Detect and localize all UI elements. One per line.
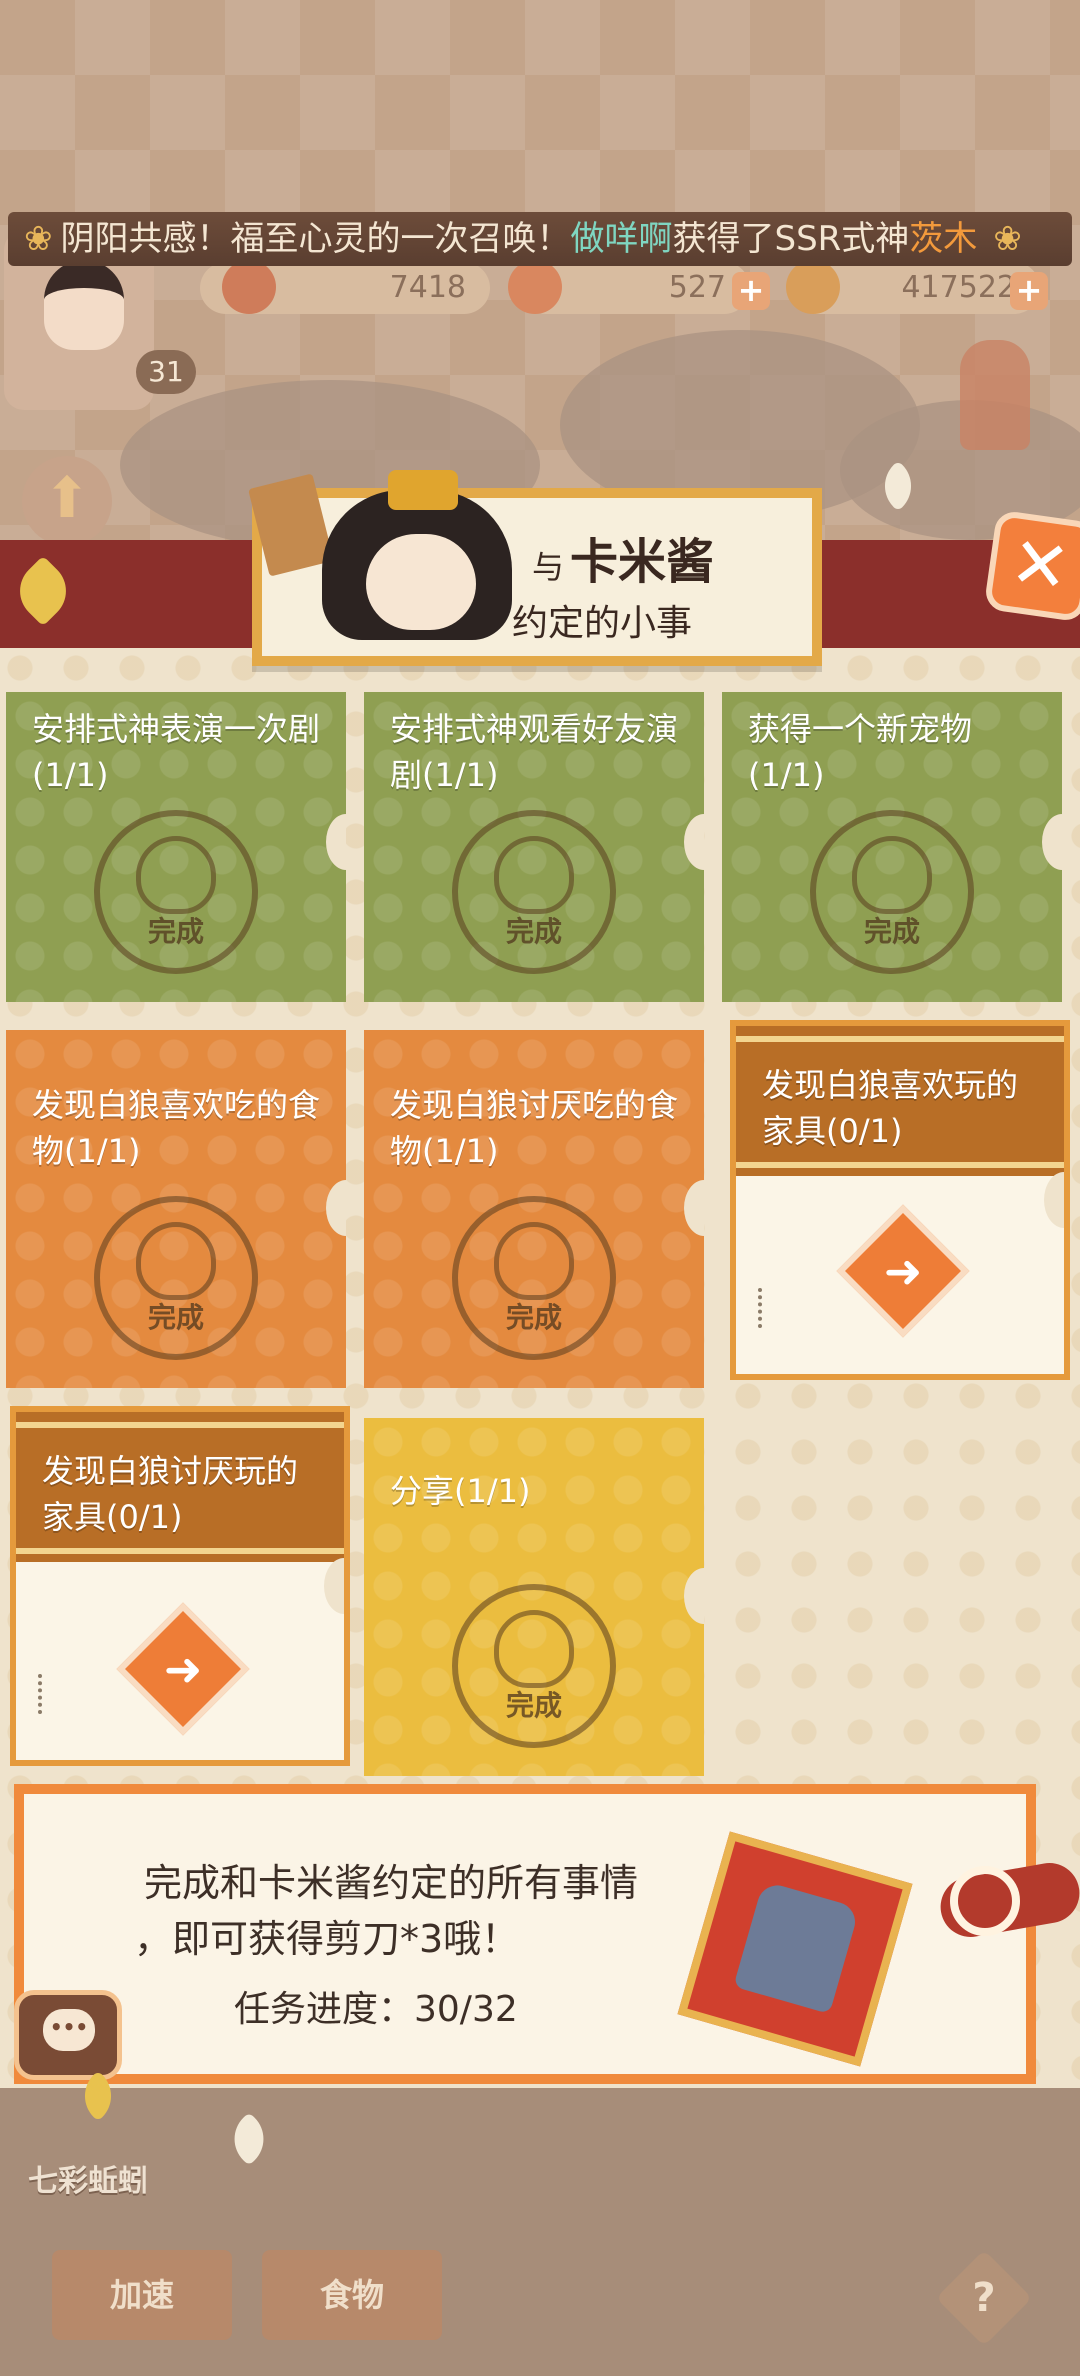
task-title: 发现白狼喜欢玩的家具(0/1) (762, 1066, 1019, 1150)
task-card-6: 发现白狼喜欢玩的家具(0/1) ➜ (730, 1020, 1070, 1380)
completed-stamp: 完成 (94, 1196, 258, 1360)
kami-chan-portrait (322, 470, 512, 640)
reward-text-line2: ，即可获得剪刀*3哦！ (134, 1917, 520, 1961)
squiggle-decoration (758, 1288, 786, 1328)
flower-icon: ❀ (24, 219, 53, 259)
reward-text-line1: 完成和卡米酱约定的所有事情 (144, 1861, 639, 1905)
mascot-crown (388, 470, 458, 510)
squiggle-decoration (38, 1674, 66, 1714)
go-to-task-button[interactable]: ➜ (836, 1204, 970, 1338)
task-progress: 任务进度：30/32 (234, 1989, 518, 2030)
task-title: 分享(1/1) (390, 1472, 531, 1510)
player-level-badge: 31 (136, 350, 196, 394)
task-card-4: 发现白狼喜欢吃的食物(1/1) 完成 (6, 1030, 346, 1388)
task-title: 获得一个新宠物(1/1) (748, 710, 973, 794)
coin-value: 417522 (901, 270, 1016, 305)
completed-stamp: 完成 (452, 810, 616, 974)
stamp-face-icon (136, 836, 216, 914)
task-card-5: 发现白狼讨厌吃的食物(1/1) 完成 (364, 1030, 704, 1388)
go-to-task-button[interactable]: ➜ (116, 1602, 250, 1736)
task-title: 发现白狼喜欢吃的食物(1/1) (32, 1086, 321, 1170)
stamp-face-icon (136, 1222, 216, 1300)
help-icon: ? (972, 2275, 996, 2321)
header-stripe (736, 1036, 1064, 1042)
stamp-face-icon (494, 1610, 574, 1688)
announcement-marquee: ❀ 阴阳共感！福至心灵的一次召唤！做咩啊获得了SSR式神茨木 ❀ (8, 212, 1072, 266)
arrow-right-icon: ➜ (883, 1244, 923, 1298)
add-resource-2-button[interactable]: + (732, 272, 770, 310)
title-prefix: 与 (532, 548, 565, 586)
task-card-1: 安排式神表演一次剧(1/1) 完成 (6, 692, 346, 1002)
task-card-2: 安排式神观看好友演剧(1/1) 完成 (364, 692, 704, 1002)
help-button[interactable]: ? (935, 2249, 1033, 2347)
announcement-middle: 获得了SSR式神 (672, 219, 910, 259)
ticket-notch (1042, 814, 1062, 870)
stamp-label: 完成 (505, 1689, 562, 1722)
task-title: 发现白狼讨厌吃的食物(1/1) (390, 1086, 679, 1170)
resource-1-value: 7418 (389, 270, 466, 305)
food-button[interactable]: 食物 (262, 2250, 442, 2340)
ticket-notch (324, 1558, 344, 1614)
magatama-resource-icon (508, 260, 562, 314)
header-stripe (16, 1548, 344, 1554)
arrow-right-icon: ➜ (163, 1642, 203, 1696)
fish-decoration (960, 340, 1030, 450)
chat-button[interactable]: ••• (14, 1990, 122, 2080)
task-card-3: 获得一个新宠物(1/1) 完成 (722, 692, 1062, 1002)
task-card-8: 分享(1/1) 完成 (364, 1418, 704, 1776)
level-up-icon[interactable]: ⬆ (22, 456, 112, 546)
chat-bubble-icon: ••• (43, 2009, 95, 2051)
header-stripe (736, 1162, 1064, 1168)
mascot-face (366, 534, 476, 630)
stamp-face-icon (494, 836, 574, 914)
announcement-player: 做咩啊 (570, 219, 673, 259)
ticket-notch (326, 814, 346, 870)
ribbon-ring-decoration (950, 1866, 1020, 1936)
flower-icon: ❀ (993, 219, 1022, 259)
completed-stamp: 完成 (452, 1196, 616, 1360)
ticket-notch (684, 814, 704, 870)
stamp-label: 完成 (505, 915, 562, 948)
title-name: 卡米酱 (570, 534, 715, 590)
ticket-notch (684, 1568, 704, 1624)
stamp-label: 完成 (147, 915, 204, 948)
scissors-blade (733, 1880, 860, 2015)
header-stripe (16, 1422, 344, 1428)
task-card-7: 发现白狼讨厌玩的家具(0/1) ➜ (10, 1406, 350, 1766)
panel-subtitle: 约定的小事 (512, 603, 693, 644)
stamp-label: 完成 (505, 1301, 562, 1334)
completed-stamp: 完成 (810, 810, 974, 974)
resource-2-value: 527 (668, 270, 726, 305)
speedup-button[interactable]: 加速 (52, 2250, 232, 2340)
stamp-face-icon (494, 1222, 574, 1300)
panel-title: 与卡米酱 (532, 522, 714, 592)
stamp-label: 完成 (147, 1301, 204, 1334)
avatar-face (44, 260, 124, 350)
ticket-notch (1044, 1172, 1064, 1228)
task-title: 安排式神观看好友演剧(1/1) (390, 710, 679, 794)
task-title: 发现白狼讨厌玩的家具(0/1) (42, 1452, 299, 1536)
stamp-label: 完成 (863, 915, 920, 948)
completed-stamp: 完成 (452, 1584, 616, 1748)
completed-stamp: 完成 (94, 810, 258, 974)
ticket-notch (326, 1180, 346, 1236)
add-coins-button[interactable]: + (1010, 272, 1048, 310)
coin-icon (786, 260, 840, 314)
stamp-face-icon (852, 836, 932, 914)
flower-resource-icon (222, 260, 276, 314)
rainbow-worm-label: 七彩蚯蚓 (28, 2164, 148, 2199)
announcement-shikigami: 茨木 (909, 219, 978, 259)
ticket-notch (684, 1180, 704, 1236)
announcement-prefix: 阴阳共感！福至心灵的一次召唤！ (60, 219, 571, 259)
close-button[interactable]: ✕ (983, 509, 1080, 623)
task-title: 安排式神表演一次剧(1/1) (32, 710, 321, 794)
